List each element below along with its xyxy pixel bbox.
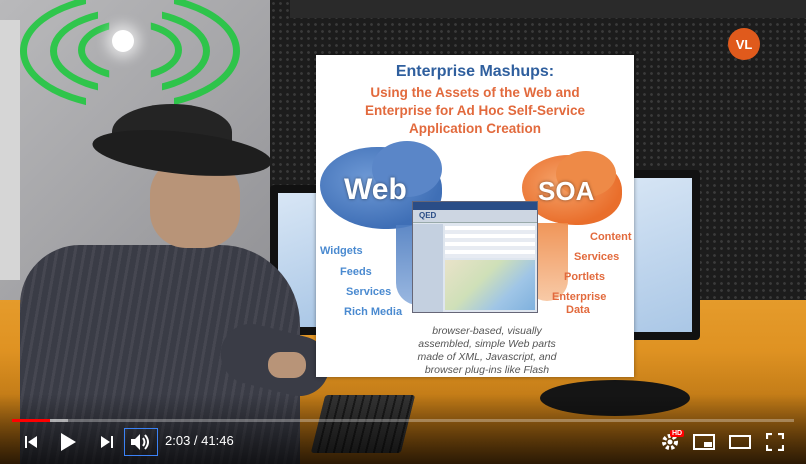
progress-bar[interactable] — [12, 419, 794, 422]
soa-label: SOA — [538, 176, 595, 206]
miniplayer-button[interactable] — [690, 428, 718, 456]
duration: 41:46 — [201, 433, 234, 448]
caption-line: browser plug-ins like Flash — [424, 364, 550, 376]
soa-item: Data — [566, 304, 590, 316]
caption-line: made of XML, Javascript, and — [417, 351, 557, 363]
mashup-screenshot: QED — [412, 201, 538, 313]
web-item: Services — [346, 286, 392, 298]
theater-button[interactable] — [726, 428, 754, 456]
fullscreen-button[interactable] — [762, 428, 788, 456]
video-player[interactable]: VL Enterprise Mashups: Using the Assets … — [0, 0, 806, 464]
screenshot-logo: QED — [419, 211, 437, 220]
play-button[interactable] — [54, 428, 82, 456]
next-icon — [99, 434, 115, 450]
time-display: 2:03 / 41:46 — [165, 433, 234, 448]
caption-line: assembled, simple Web parts — [418, 338, 556, 350]
slide-title: Enterprise Mashups: — [395, 63, 555, 80]
scene-ceiling — [290, 0, 806, 18]
hd-badge: HD — [670, 430, 685, 437]
web-item: Feeds — [340, 266, 372, 278]
presentation-slide: Enterprise Mashups: Using the Assets of … — [316, 55, 634, 377]
signal-icon — [20, 0, 240, 110]
controls-gradient — [0, 394, 806, 464]
previous-icon — [23, 434, 39, 450]
channel-logo[interactable]: VL — [728, 28, 760, 60]
scene-wall-panel — [0, 20, 20, 280]
miniplayer-icon — [693, 434, 715, 450]
play-icon — [59, 432, 77, 452]
fullscreen-icon — [766, 433, 784, 451]
current-time: 2:03 — [165, 433, 191, 448]
soa-item: Portlets — [564, 271, 605, 283]
screenshot-map — [445, 260, 535, 310]
progress-played — [12, 419, 51, 422]
next-button[interactable] — [94, 428, 120, 456]
volume-icon — [130, 433, 152, 451]
slide-subtitle-line: Enterprise for Ad Hoc Self-Service — [364, 103, 586, 118]
soa-item: Services — [574, 251, 620, 263]
avatar-hand — [268, 352, 306, 378]
soa-item: Content — [590, 231, 632, 243]
caption-line: browser-based, visually — [432, 325, 542, 337]
volume-button[interactable] — [124, 428, 158, 456]
theater-icon — [729, 435, 751, 449]
web-label: Web — [344, 173, 407, 206]
web-item: Widgets — [320, 245, 363, 257]
time-separator: / — [190, 433, 202, 448]
soa-item: Enterprise — [552, 291, 607, 303]
web-item: Rich Media — [344, 306, 403, 318]
slide-caption: browser-based, visually assembled, simpl… — [412, 325, 562, 377]
previous-button[interactable] — [18, 428, 44, 456]
slide-subtitle-line: Application Creation — [408, 121, 541, 136]
slide-subtitle-line: Using the Assets of the Web and — [370, 85, 580, 100]
slide-subtitle: Using the Assets of the Web and Enterpri… — [330, 84, 620, 138]
